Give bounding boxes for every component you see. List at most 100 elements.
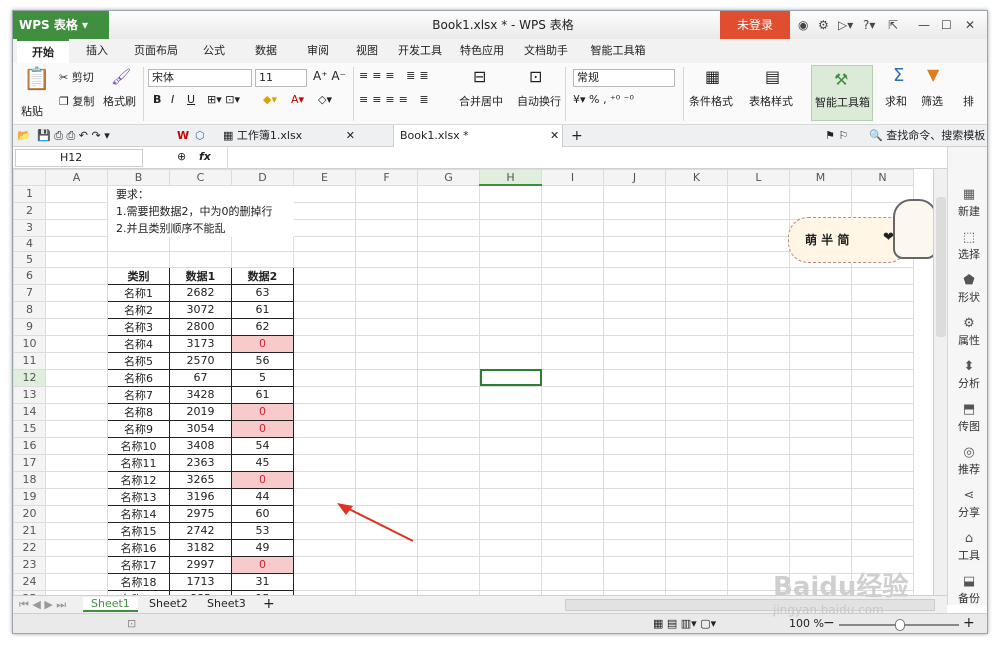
tab-5[interactable]: 审阅	[297, 39, 339, 63]
sheet-nav-icons[interactable]: ⏮ ◀ ▶ ⏭	[19, 598, 66, 612]
wrap-text-icon[interactable]: ⊡	[529, 67, 542, 86]
cell[interactable]	[417, 317, 480, 336]
cell[interactable]: 61	[231, 300, 294, 319]
row-header[interactable]: 15	[13, 419, 46, 438]
cell[interactable]	[789, 436, 852, 455]
cell[interactable]	[355, 251, 418, 268]
cell[interactable]	[851, 521, 914, 540]
cell[interactable]	[293, 317, 356, 336]
cell[interactable]	[417, 300, 480, 319]
cell[interactable]	[541, 453, 604, 472]
skin-icon[interactable]: ◉	[798, 17, 808, 33]
name-box[interactable]: H12	[15, 149, 143, 167]
cell[interactable]	[355, 317, 418, 336]
cell[interactable]: 0	[231, 470, 294, 489]
row-header[interactable]: 10	[13, 334, 46, 353]
cell[interactable]: 3428	[169, 385, 232, 404]
cell[interactable]	[479, 235, 542, 253]
cell[interactable]	[541, 266, 604, 285]
requirement-text[interactable]: 1.需要把数据2，中为0的删掉行	[108, 202, 294, 219]
cell[interactable]	[851, 368, 914, 387]
login-button[interactable]: 未登录	[720, 11, 790, 39]
vertical-scrollbar[interactable]	[933, 169, 947, 595]
cell[interactable]	[355, 334, 418, 353]
cell[interactable]	[603, 419, 666, 438]
row-header[interactable]: 22	[13, 538, 46, 557]
cell[interactable]: 3265	[169, 470, 232, 489]
cell[interactable]	[727, 487, 790, 506]
cell[interactable]: 53	[231, 521, 294, 540]
column-header-B[interactable]: B	[107, 169, 170, 186]
cell[interactable]	[727, 266, 790, 285]
side-panel-3[interactable]: ⚙ 属性	[948, 316, 987, 348]
cell[interactable]	[479, 300, 542, 319]
cell[interactable]	[355, 184, 418, 203]
new-tab-icon[interactable]: +	[571, 125, 583, 147]
cell[interactable]	[355, 419, 418, 438]
vertical-align-icons[interactable]: ≡≡≡ ≣≣	[359, 69, 433, 82]
side-panel-1[interactable]: ⬚ 选择	[948, 230, 987, 262]
cell[interactable]	[293, 201, 356, 220]
cell[interactable]	[479, 470, 542, 489]
cell[interactable]	[603, 251, 666, 268]
cell[interactable]	[45, 555, 108, 574]
row-header[interactable]: 4	[13, 235, 46, 253]
cell[interactable]	[727, 521, 790, 540]
row-header[interactable]: 6	[13, 266, 46, 285]
cell[interactable]	[417, 436, 480, 455]
restore-ribbon-icon[interactable]: ⇱	[888, 17, 898, 33]
cell[interactable]	[417, 251, 480, 268]
cell[interactable]	[293, 385, 356, 404]
row-header[interactable]: 12	[13, 368, 46, 387]
tab-4[interactable]: 数据	[241, 39, 291, 63]
cell[interactable]	[417, 235, 480, 253]
row-header[interactable]: 3	[13, 218, 46, 237]
cell[interactable]: 名称13	[107, 487, 170, 506]
cell[interactable]	[417, 555, 480, 574]
cell[interactable]	[293, 235, 356, 253]
cell[interactable]	[45, 251, 108, 268]
cell[interactable]	[665, 572, 728, 591]
sort-button[interactable]: 排	[963, 93, 974, 109]
sheet-tab-Sheet1[interactable]: Sheet1	[83, 597, 138, 612]
requirement-text[interactable]: 要求：	[108, 185, 294, 202]
font-name-select[interactable]: 宋体	[148, 69, 252, 87]
column-header-L[interactable]: L	[727, 169, 790, 186]
doc-tab-book1[interactable]: Book1.xlsx * ✕	[393, 125, 563, 147]
cell[interactable]: 名称10	[107, 436, 170, 455]
row-header[interactable]: 2	[13, 201, 46, 220]
cell[interactable]	[541, 334, 604, 353]
cell[interactable]	[789, 300, 852, 319]
column-header-J[interactable]: J	[603, 169, 666, 186]
column-header-C[interactable]: C	[169, 169, 232, 186]
cell[interactable]	[417, 334, 480, 353]
cell[interactable]: 名称7	[107, 385, 170, 404]
cell[interactable]: 54	[231, 436, 294, 455]
cell[interactable]	[603, 436, 666, 455]
cell[interactable]	[727, 538, 790, 557]
cell[interactable]	[293, 453, 356, 472]
cell[interactable]: 2800	[169, 317, 232, 336]
cell[interactable]	[851, 351, 914, 370]
wrap-text-button[interactable]: 自动换行	[517, 93, 561, 109]
cell[interactable]	[417, 572, 480, 591]
merge-center-icon[interactable]: ⊟	[473, 67, 486, 86]
cell[interactable]: 61	[231, 385, 294, 404]
side-panel-5[interactable]: ⬒ 传图	[948, 402, 987, 434]
row-header[interactable]: 1	[13, 184, 46, 203]
cell[interactable]	[293, 402, 356, 421]
cell[interactable]	[479, 453, 542, 472]
cell[interactable]	[355, 283, 418, 302]
cell[interactable]	[603, 300, 666, 319]
cell[interactable]	[603, 538, 666, 557]
row-header[interactable]: 7	[13, 283, 46, 302]
tab-6[interactable]: 视图	[345, 39, 389, 63]
cell[interactable]: 名称12	[107, 470, 170, 489]
cell[interactable]	[665, 184, 728, 203]
quick-access-icons[interactable]: 💾 ⎙ ⎙ ↶ ↷ ▾	[37, 125, 110, 147]
cell[interactable]	[169, 235, 232, 253]
row-header[interactable]: 8	[13, 300, 46, 319]
cell[interactable]: 0	[231, 402, 294, 421]
column-header-D[interactable]: D	[231, 169, 294, 186]
cell[interactable]	[541, 300, 604, 319]
